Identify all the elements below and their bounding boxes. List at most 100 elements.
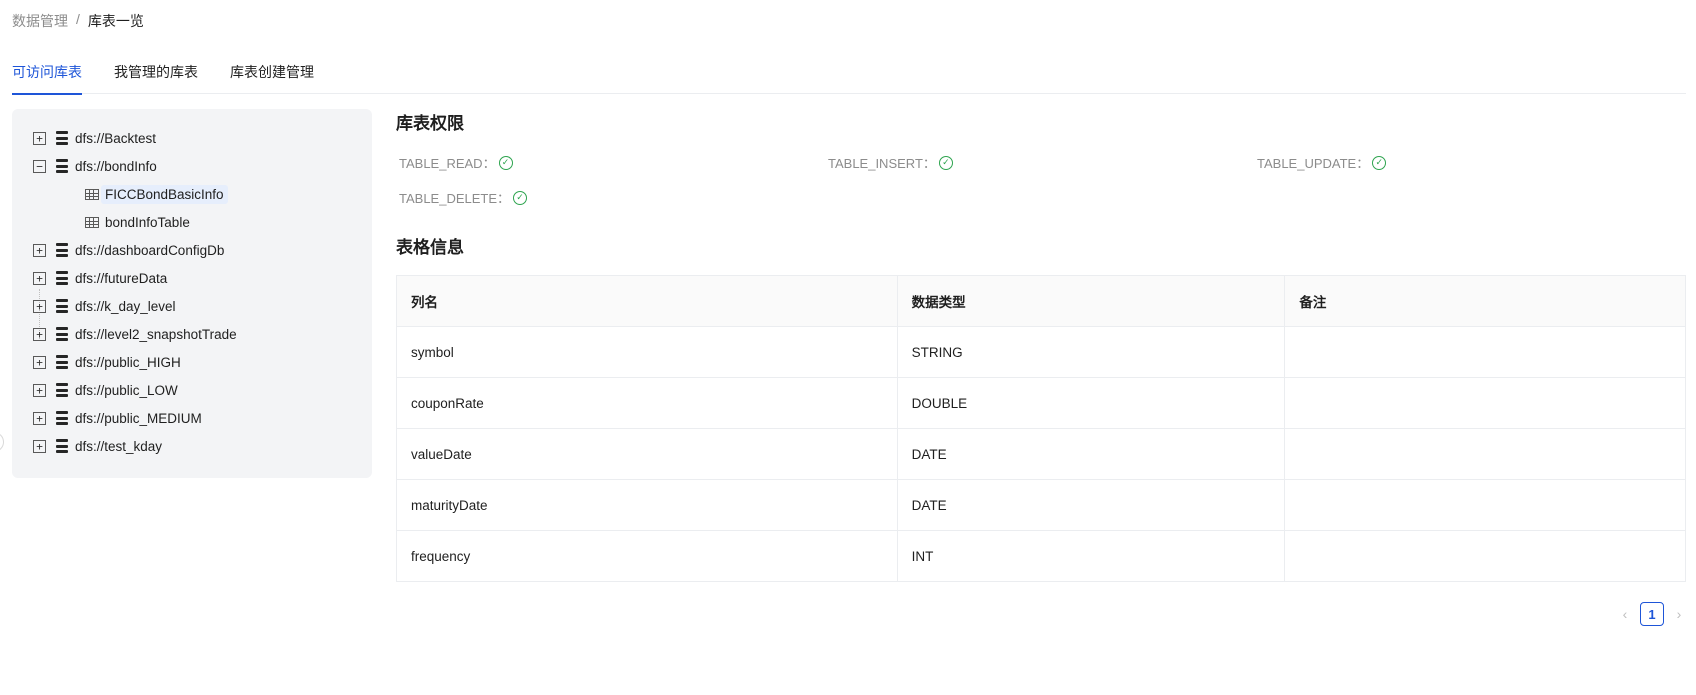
check-circle-icon: ✓ bbox=[498, 155, 513, 170]
columns-table: 列名 数据类型 备注 symbol STRING couponRate DOUB… bbox=[396, 275, 1686, 582]
table-row: symbol STRING bbox=[396, 326, 1686, 378]
tree-leaf-label[interactable]: FICCBondBasicInfo bbox=[101, 184, 228, 204]
tree-node[interactable]: + dfs://k_day_level bbox=[12, 292, 372, 320]
tree-node[interactable]: + dfs://public_HIGH bbox=[12, 348, 372, 376]
tree-leaf-label[interactable]: bondInfoTable bbox=[105, 215, 190, 230]
tree-node[interactable]: + dfs://test_kday bbox=[12, 432, 372, 460]
cell-comment bbox=[1284, 428, 1686, 480]
database-icon bbox=[56, 327, 68, 341]
expand-icon[interactable]: + bbox=[33, 271, 46, 285]
permission-item: TABLE_INSERT： ✓ bbox=[828, 153, 1257, 172]
prev-page-icon[interactable]: ‹ bbox=[1618, 606, 1632, 622]
database-icon bbox=[56, 299, 68, 313]
breadcrumb-separator: / bbox=[76, 11, 80, 27]
tree-node-label[interactable]: dfs://test_kday bbox=[75, 439, 162, 454]
tree-node[interactable]: + dfs://public_LOW bbox=[12, 376, 372, 404]
tree-node-label[interactable]: dfs://Backtest bbox=[75, 131, 156, 146]
database-icon bbox=[56, 355, 68, 369]
database-icon bbox=[56, 411, 68, 425]
tree-node-label[interactable]: dfs://public_LOW bbox=[75, 383, 178, 398]
cell-column-name: valueDate bbox=[396, 428, 898, 480]
tree-node-label[interactable]: dfs://level2_snapshotTrade bbox=[75, 327, 237, 342]
expand-icon[interactable]: + bbox=[33, 439, 46, 453]
tree-leaf[interactable]: bondInfoTable bbox=[12, 208, 372, 236]
permission-label: TABLE_INSERT： bbox=[828, 156, 936, 171]
column-header-name: 列名 bbox=[396, 275, 898, 327]
permissions-list: TABLE_READ： ✓ TABLE_INSERT： ✓ TABLE_UPDA… bbox=[396, 153, 1686, 207]
check-circle-icon: ✓ bbox=[1372, 155, 1387, 170]
database-icon bbox=[56, 243, 68, 257]
table-icon bbox=[85, 188, 99, 200]
permission-item: TABLE_DELETE： ✓ bbox=[399, 188, 828, 207]
tree-leaf[interactable]: FICCBondBasicInfo bbox=[12, 180, 372, 208]
collapse-handle[interactable] bbox=[0, 432, 4, 452]
expand-icon[interactable]: + bbox=[33, 355, 46, 369]
expand-icon[interactable]: + bbox=[33, 299, 46, 313]
tree-node[interactable]: + dfs://futureData bbox=[12, 264, 372, 292]
cell-column-name: maturityDate bbox=[396, 479, 898, 531]
cell-comment bbox=[1284, 479, 1686, 531]
check-circle-icon: ✓ bbox=[938, 155, 953, 170]
expand-icon[interactable]: + bbox=[33, 131, 46, 145]
cell-data-type: DATE bbox=[896, 428, 1286, 480]
column-header-comment: 备注 bbox=[1284, 275, 1686, 327]
database-icon bbox=[56, 383, 68, 397]
permission-label: TABLE_READ： bbox=[399, 156, 496, 171]
permission-item: TABLE_UPDATE： ✓ bbox=[1257, 153, 1686, 172]
cell-data-type: DATE bbox=[896, 479, 1286, 531]
permission-label: TABLE_DELETE： bbox=[399, 191, 511, 206]
cell-data-type: STRING bbox=[896, 326, 1286, 378]
table-row: maturityDate DATE bbox=[396, 479, 1686, 531]
tree-node-label[interactable]: dfs://public_MEDIUM bbox=[75, 411, 202, 426]
collapse-icon[interactable]: − bbox=[33, 159, 46, 173]
tab-bar: 可访问库表 我管理的库表 库表创建管理 bbox=[12, 52, 1686, 95]
tree-node-label[interactable]: dfs://dashboardConfigDb bbox=[75, 243, 224, 258]
permission-item: TABLE_READ： ✓ bbox=[399, 153, 828, 172]
cell-data-type: DOUBLE bbox=[896, 377, 1286, 429]
column-header-type: 数据类型 bbox=[896, 275, 1286, 327]
expand-icon[interactable]: + bbox=[33, 327, 46, 341]
database-icon bbox=[56, 271, 68, 285]
tree-node[interactable]: + dfs://level2_snapshotTrade bbox=[12, 320, 372, 348]
next-page-icon[interactable]: › bbox=[1672, 606, 1686, 622]
tree-node-label[interactable]: dfs://bondInfo bbox=[75, 159, 157, 174]
tree-node-label[interactable]: dfs://futureData bbox=[75, 271, 167, 286]
database-icon bbox=[56, 159, 68, 173]
tab-accessible-tables[interactable]: 可访问库表 bbox=[12, 52, 82, 95]
tab-table-creation[interactable]: 库表创建管理 bbox=[230, 52, 314, 94]
cell-data-type: INT bbox=[896, 530, 1286, 582]
table-row: frequency INT bbox=[396, 530, 1686, 582]
tree-node[interactable]: − dfs://bondInfo bbox=[12, 152, 372, 180]
table-row: couponRate DOUBLE bbox=[396, 377, 1686, 429]
expand-icon[interactable]: + bbox=[33, 383, 46, 397]
cell-comment bbox=[1284, 530, 1686, 582]
database-icon bbox=[56, 439, 68, 453]
tab-managed-tables[interactable]: 我管理的库表 bbox=[114, 52, 198, 94]
pagination: ‹ 1 › bbox=[1618, 602, 1686, 626]
cell-column-name: frequency bbox=[396, 530, 898, 582]
table-row: valueDate DATE bbox=[396, 428, 1686, 480]
expand-icon[interactable]: + bbox=[33, 411, 46, 425]
cell-comment bbox=[1284, 377, 1686, 429]
permissions-title: 库表权限 bbox=[396, 114, 464, 133]
check-circle-icon: ✓ bbox=[513, 190, 528, 205]
database-tree: + dfs://Backtest − dfs://bondInfo FICCBo… bbox=[12, 109, 372, 478]
cell-column-name: symbol bbox=[396, 326, 898, 378]
tree-node[interactable]: + dfs://public_MEDIUM bbox=[12, 404, 372, 432]
breadcrumb: 数据管理 / 库表一览 bbox=[12, 11, 144, 31]
permission-label: TABLE_UPDATE： bbox=[1257, 156, 1370, 171]
expand-icon[interactable]: + bbox=[33, 243, 46, 257]
page-button-current[interactable]: 1 bbox=[1640, 602, 1664, 626]
table-icon bbox=[85, 216, 99, 228]
table-header-row: 列名 数据类型 备注 bbox=[396, 275, 1686, 327]
detail-panel: 库表权限 TABLE_READ： ✓ TABLE_INSERT： ✓ TABLE… bbox=[396, 109, 1686, 582]
database-icon bbox=[56, 131, 68, 145]
tree-node[interactable]: + dfs://dashboardConfigDb bbox=[12, 236, 372, 264]
breadcrumb-parent[interactable]: 数据管理 bbox=[12, 11, 68, 31]
breadcrumb-current: 库表一览 bbox=[87, 13, 144, 29]
tree-node-label[interactable]: dfs://public_HIGH bbox=[75, 355, 181, 370]
tree-node[interactable]: + dfs://Backtest bbox=[12, 124, 372, 152]
cell-comment bbox=[1284, 326, 1686, 378]
table-info-title: 表格信息 bbox=[396, 238, 464, 257]
tree-node-label[interactable]: dfs://k_day_level bbox=[75, 299, 176, 314]
